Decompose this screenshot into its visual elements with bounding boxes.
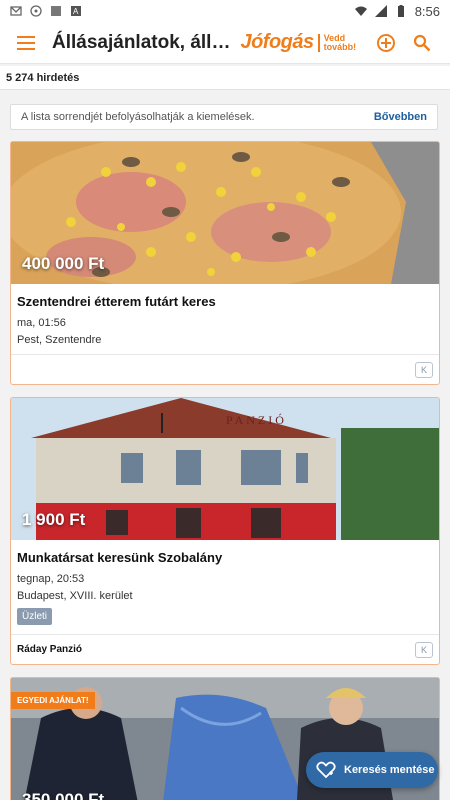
logo-brand: Jófogás — [240, 31, 314, 53]
listing-time: tegnap, 20:53 — [17, 573, 85, 585]
mail-icon — [10, 6, 22, 16]
offer-badge: EGYEDI AJÁNLAT! — [11, 692, 95, 709]
k-badge: K — [415, 641, 433, 658]
listing-price: 1 900 Ft — [22, 510, 86, 529]
app-bar: Állásajánlatok, áll… Jófogás Vedd tovább… — [0, 22, 450, 64]
cast-icon — [30, 5, 42, 17]
heart-save-icon — [316, 761, 336, 779]
listing-title[interactable]: Munkatársat keresünk Szobalány — [11, 540, 439, 565]
listing-price: 400 000 Ft — [22, 254, 105, 273]
hamburger-menu-icon[interactable] — [0, 22, 52, 64]
panzio-sign: PANZIÓ — [226, 413, 287, 427]
listing-count: 5 274 hirdetés — [0, 66, 450, 90]
listing-location: Pest, Szentendre — [17, 334, 102, 346]
info-notice-text: A lista sorrendjét befolyásolhatják a ki… — [21, 111, 255, 123]
listing-price: 350 000 Ft — [22, 790, 105, 800]
k-badge: K — [415, 361, 433, 378]
listing-location: Budapest, XVIII. kerület — [17, 590, 133, 602]
square-icon — [51, 6, 61, 16]
listing-card[interactable]: PANZIÓ 1 900 Ft Munkatársat keresünk Szo… — [10, 397, 440, 665]
status-bar: A 8:56 — [0, 0, 450, 22]
logo-tagline-line2: tovább! — [323, 41, 357, 52]
save-search-label: Keresés mentése — [344, 764, 435, 776]
battery-icon — [397, 5, 404, 17]
listing-card[interactable]: 400 000 Ft Szentendrei étterem futárt ke… — [10, 141, 440, 385]
listing-seller[interactable]: Ráday Panzió — [17, 644, 82, 655]
page-title: Állásajánlatok, áll… — [52, 31, 231, 53]
plus-circle-icon[interactable] — [374, 31, 398, 55]
signal-icon — [374, 5, 387, 17]
listing-photo-pizza: 400 000 Ft — [11, 142, 439, 284]
listing-photo-panzio: PANZIÓ 1 900 Ft — [11, 398, 439, 540]
jofogas-logo[interactable]: Jófogás Vedd tovább! — [240, 31, 356, 54]
logo-tagline: Vedd tovább! — [317, 33, 357, 52]
listing-time: ma, 01:56 — [17, 317, 66, 329]
search-icon[interactable] — [410, 31, 434, 55]
save-search-button[interactable]: Keresés mentése — [306, 752, 438, 788]
app-icon: A — [71, 6, 81, 16]
status-time: 8:56 — [414, 3, 440, 19]
svg-text:A: A — [73, 7, 79, 16]
info-notice: A lista sorrendjét befolyásolhatják a ki… — [10, 104, 438, 130]
listing-title[interactable]: Szentendrei étterem futárt keres — [11, 284, 439, 309]
listing-footer: Ráday Panzió K — [11, 634, 439, 664]
more-link[interactable]: Bővebben — [374, 111, 427, 123]
wifi-icon — [354, 6, 367, 16]
business-badge: Üzleti — [17, 608, 53, 625]
listing-footer: K — [11, 354, 439, 384]
